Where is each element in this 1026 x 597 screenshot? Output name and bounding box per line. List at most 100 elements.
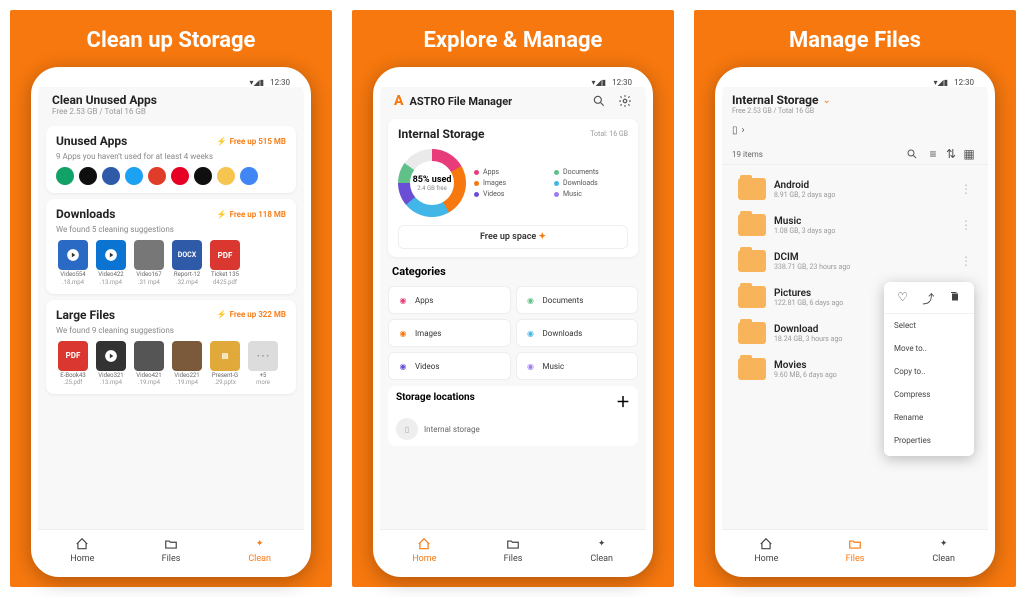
storage-title: Internal Storage [398,127,485,141]
app-icon[interactable] [148,167,166,185]
delete-icon[interactable] [949,290,961,307]
freeup-link[interactable]: ⚡ Free up 118 MB [217,210,286,219]
grid-view-icon[interactable]: ▦ [960,147,978,161]
nav-clean[interactable]: ✦ Clean [557,530,646,570]
app-logo-icon: A [394,93,403,109]
wifi-icon: ▾◢▮ [250,78,265,87]
nav-home[interactable]: Home [722,530,811,570]
category-apps[interactable]: ◉Apps [388,286,511,314]
category-videos[interactable]: ◉Videos [388,352,511,380]
breadcrumb[interactable]: ▯› [722,123,988,138]
share-icon[interactable]: ⤴ [922,290,934,307]
legend-item: Images [474,179,548,187]
freeup-link[interactable]: ⚡ Free up 322 MB [217,310,286,319]
app-icon[interactable] [171,167,189,185]
file-thumbnail[interactable]: PDFE-Book43.25.pdf [56,341,90,387]
category-documents[interactable]: ◉Documents [516,286,639,314]
favorite-icon[interactable]: ♡ [897,290,908,307]
menu-rename[interactable]: Rename [884,406,974,429]
nav-clean[interactable]: ✦ Clean [215,530,304,570]
card-subtitle: We found 9 cleaning suggestions [56,326,286,335]
phone-frame-3: ▾◢▮12:30 Internal Storage ⌄ Free 2.53 GB… [715,67,995,577]
legend-item: Downloads [554,179,628,187]
search-icon[interactable] [592,94,606,108]
file-row[interactable]: DCIM338.71 GB, 23 hours ago⋮ [732,243,978,279]
lightning-icon: ⚡ [217,210,227,219]
file-thumbnail[interactable]: Video422.13.mp4 [94,240,128,286]
file-row[interactable]: Music1.08 GB, 3 days ago⋮ [732,207,978,243]
settings-icon[interactable] [618,94,632,108]
phone-icon: ▯ [396,418,418,440]
card-subtitle: 9 Apps you haven't used for at least 4 w… [56,152,286,161]
lightning-icon: ⚡ [217,137,227,146]
menu-copy-to[interactable]: Copy to.. [884,360,974,383]
category-music[interactable]: ◉Music [516,352,639,380]
free-up-space-button[interactable]: Free up space ✦ [398,225,628,249]
nav-home[interactable]: Home [380,530,469,570]
file-thumbnail[interactable]: DOCXReport-12.32.mp4 [170,240,204,286]
file-row[interactable]: Android8.91 GB, 2 days ago⋮ [732,171,978,207]
app-icon[interactable] [194,167,212,185]
panel-explore-manage: Explore & Manage ▾◢▮12:30 A ASTRO File M… [352,10,674,587]
chart-legend: AppsDocumentsImagesDownloadsVideosMusic [474,168,628,198]
panel-clean-storage: Clean up Storage ▾◢▮12:30 Clean Unused A… [10,10,332,587]
menu-move-to[interactable]: Move to.. [884,337,974,360]
more-icon[interactable]: ⋮ [960,218,972,232]
storage-locations-title: Storage locations [396,392,475,412]
folder-icon [847,536,863,552]
home-icon [416,536,432,552]
bottom-nav: Home Files ✦ Clean [38,529,304,570]
storage-total: Total: 16 GB [590,130,628,138]
category-images[interactable]: ◉Images [388,319,511,347]
status-bar: ▾◢▮12:30 [380,74,646,87]
sort-icon[interactable]: ⇅ [942,147,960,161]
file-thumbnail[interactable]: Video221.19.mp4 [170,341,204,387]
file-thumbnail[interactable]: Video167.31 mp4 [132,240,166,286]
file-thumbnail[interactable]: ▤Present-G.29.pptx [208,341,242,387]
app-icon[interactable] [240,167,258,185]
file-thumbnail[interactable]: Video554.18.mp4 [56,240,90,286]
phone-frame-1: ▾◢▮12:30 Clean Unused Apps Free 2.53 GB … [31,67,311,577]
chevron-down-icon[interactable]: ⌄ [823,95,831,106]
app-icon[interactable] [217,167,235,185]
folder-icon [738,178,766,200]
nav-clean[interactable]: ✦ Clean [899,530,988,570]
storage-location-item[interactable]: ▯ Internal storage [396,418,630,440]
app-icon[interactable] [102,167,120,185]
file-thumbnail[interactable]: PDFTicket 135d425.pdf [208,240,242,286]
status-bar: ▾◢▮12:30 [38,74,304,87]
card-unused-apps[interactable]: Unused Apps ⚡ Free up 515 MB 9 Apps you … [46,126,296,193]
location-title[interactable]: Internal Storage [732,93,819,107]
card-large-files[interactable]: Large Files ⚡ Free up 322 MB We found 9 … [46,300,296,395]
add-icon[interactable]: ＋ [616,392,630,412]
lightning-icon: ⚡ [217,310,227,319]
menu-properties[interactable]: Properties [884,429,974,452]
category-downloads[interactable]: ◉Downloads [516,319,639,347]
nav-files[interactable]: Files [469,530,558,570]
nav-files[interactable]: Files [811,530,900,570]
more-icon[interactable]: ⋮ [960,182,972,196]
phone-icon: ▯ [732,125,738,136]
sparkle-icon: ✦ [252,536,268,552]
file-thumbnail[interactable]: ⋯+5more [246,341,280,387]
search-icon[interactable] [906,148,924,160]
app-icon[interactable] [125,167,143,185]
app-title: ASTRO File Manager [409,95,586,108]
menu-compress[interactable]: Compress [884,383,974,406]
sparkle-icon: ✦ [936,536,952,552]
file-thumbnail[interactable]: Video321.13.mp4 [94,341,128,387]
freeup-link[interactable]: ⚡ Free up 515 MB [217,137,286,146]
file-thumbnail[interactable]: Video421.19.mp4 [132,341,166,387]
more-icon[interactable]: ⋮ [960,254,972,268]
storage-locations-card: Storage locations ＋ ▯ Internal storage [388,386,638,446]
folder-icon [738,250,766,272]
nav-files[interactable]: Files [127,530,216,570]
card-downloads[interactable]: Downloads ⚡ Free up 118 MB We found 5 cl… [46,199,296,294]
app-icon[interactable] [79,167,97,185]
app-icon[interactable] [56,167,74,185]
filter-icon[interactable]: ≡ [924,147,942,161]
nav-home[interactable]: Home [38,530,127,570]
legend-item: Apps [474,168,548,176]
menu-select[interactable]: Select [884,314,974,337]
folder-icon [738,358,766,380]
